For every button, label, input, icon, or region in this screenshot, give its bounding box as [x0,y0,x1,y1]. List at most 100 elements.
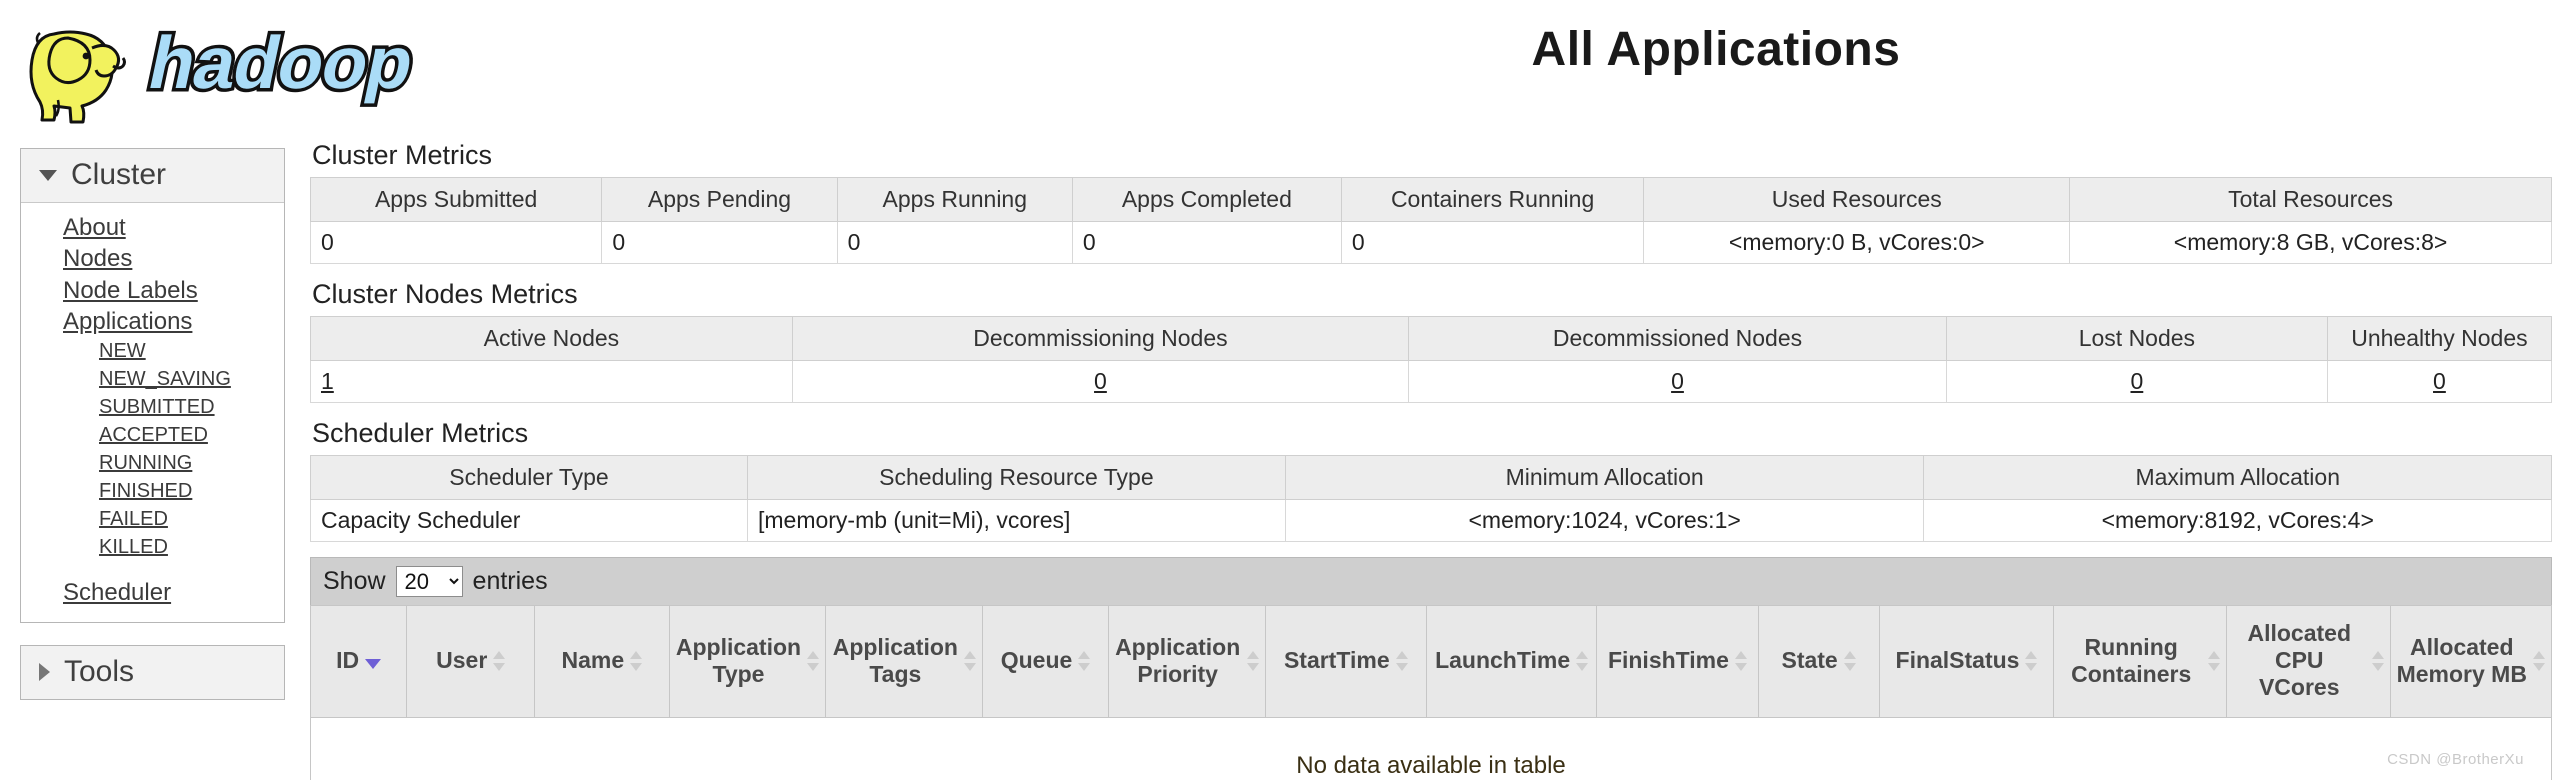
sidebar-tools-header[interactable]: Tools [21,646,284,700]
active-nodes-link[interactable]: 1 [321,368,334,394]
sidebar-tools-block: Tools [20,645,285,701]
th-lost-nodes: Lost Nodes [1945,316,2328,361]
th-label: FinishTime [1607,647,1729,674]
th-apps-running: Apps Running [836,177,1073,222]
page-header: hadoop All Applications [0,0,2552,135]
th-allocated-memory-mb[interactable]: Allocated Memory MB [2389,604,2552,719]
cluster-nodes-metrics-section: Cluster Nodes Metrics Active Nodes Decom… [310,279,2552,403]
show-label: Show [323,567,386,595]
th-label: User [436,647,488,674]
sidebar-item-state-submitted[interactable]: SUBMITTED [21,393,284,421]
sort-both-icon [2207,650,2220,672]
table-header-row: Apps Submitted Apps Pending Apps Running… [309,177,2552,222]
td-scheduler-type: Capacity Scheduler [310,499,748,542]
td-total-resources: <memory:8 GB, vCores:8> [2069,221,2552,264]
sort-both-icon [1395,650,1408,672]
th-label: Application Type [675,633,802,687]
th-label: Application Priority [1115,633,1241,687]
table-header-row: ID User Name Application Type Applicatio… [309,604,2552,719]
scheduler-metrics-section: Scheduler Metrics Scheduler Type Schedul… [310,418,2552,542]
th-running-containers[interactable]: Running Containers [2053,604,2227,719]
th-label: Running Containers [2071,633,2192,687]
sidebar-cluster-header[interactable]: Cluster [21,149,284,203]
chevron-down-icon [39,169,57,181]
th-launchtime[interactable]: LaunchTime [1425,604,1598,719]
th-allocated-cpu-vcores[interactable]: Allocated CPU VCores [2225,604,2391,719]
decommissioning-nodes-link[interactable]: 0 [1094,368,1107,394]
chevron-right-icon [39,663,50,682]
td-unhealthy-nodes: 0 [2326,360,2552,403]
scheduler-metrics-title: Scheduler Metrics [312,418,529,448]
decommissioned-nodes-link[interactable]: 0 [1671,368,1684,394]
table-empty-row: No data available in table [310,717,2552,780]
th-application-priority[interactable]: Application Priority [1107,604,1266,719]
td-minimum-allocation: <memory:1024, vCores:1> [1284,499,1925,542]
td-scheduling-resource-type: [memory-mb (unit=Mi), vcores] [746,499,1286,542]
sidebar-item-state-killed[interactable]: KILLED [21,533,284,561]
td-apps-completed: 0 [1071,221,1342,264]
sidebar-item-scheduler[interactable]: Scheduler [21,577,284,608]
sidebar-item-state-failed[interactable]: FAILED [21,505,284,533]
sort-both-icon [2025,650,2038,672]
sort-both-icon [1576,650,1589,672]
sidebar-item-applications[interactable]: Applications [21,306,284,337]
sort-desc-icon [365,658,382,669]
lost-nodes-link[interactable]: 0 [2130,368,2143,394]
sidebar-item-state-finished[interactable]: FINISHED [21,477,284,505]
cluster-metrics-table: Apps Submitted Apps Pending Apps Running… [309,177,2552,264]
th-finalstatus[interactable]: FinalStatus [1878,604,2055,719]
th-state[interactable]: State [1757,604,1880,719]
entries-label: entries [472,567,548,595]
empty-message: No data available in table [310,717,2552,780]
sort-both-icon [1843,650,1856,672]
table-row: 1 0 0 0 0 [310,360,2552,403]
th-containers-running: Containers Running [1340,177,1645,222]
td-decommissioned-nodes: 0 [1408,360,1947,403]
sidebar-tools-label: Tools [64,655,135,689]
main-content: Cluster Metrics Apps Submitted Apps Pend… [309,140,2552,780]
unhealthy-nodes-link[interactable]: 0 [2433,368,2446,394]
sidebar-item-state-new-saving[interactable]: NEW_SAVING [21,365,284,393]
th-application-type[interactable]: Application Type [668,604,827,719]
sidebar-item-state-running[interactable]: RUNNING [21,449,284,477]
sidebar-item-state-accepted[interactable]: ACCEPTED [21,421,284,449]
sidebar-item-state-new[interactable]: NEW [21,337,284,365]
sort-both-icon [630,650,643,672]
sidebar-item-about[interactable]: About [21,212,284,243]
td-active-nodes: 1 [310,360,793,403]
th-user[interactable]: User [406,604,536,719]
yarn-resourcemanager-page: hadoop All Applications Cluster About No… [0,0,2552,780]
th-label: Name [561,647,625,674]
th-label: ID [336,647,360,674]
sort-both-icon [493,650,506,672]
th-queue[interactable]: Queue [982,604,1109,719]
page-size-select[interactable]: 20 50 100 [395,566,463,597]
td-maximum-allocation: <memory:8192, vCores:4> [1923,499,2552,542]
sort-both-icon [1246,650,1259,672]
sort-both-icon [2533,650,2545,672]
sidebar-cluster-label: Cluster [71,158,167,191]
scheduler-metrics-table: Scheduler Type Scheduling Resource Type … [310,455,2552,542]
th-starttime[interactable]: StartTime [1264,604,1427,719]
th-name[interactable]: Name [534,604,670,719]
th-label: StartTime [1283,647,1390,674]
applications-table: ID User Name Application Type Applicatio… [309,604,2552,780]
th-label: Allocated Memory MB [2396,633,2527,687]
sidebar: Cluster About Nodes Node Labels Applicat… [20,148,285,701]
sidebar-item-node-labels[interactable]: Node Labels [21,275,284,306]
th-application-tags[interactable]: Application Tags [825,604,984,719]
th-apps-completed: Apps Completed [1071,177,1342,222]
th-decommissioned-nodes: Decommissioned Nodes [1408,316,1947,361]
th-id[interactable]: ID [309,604,408,719]
th-unhealthy-nodes: Unhealthy Nodes [2326,316,2552,361]
table-header-row: Scheduler Type Scheduling Resource Type … [310,455,2552,500]
th-finishtime[interactable]: FinishTime [1596,604,1759,719]
th-used-resources: Used Resources [1643,177,2071,222]
th-apps-submitted: Apps Submitted [309,177,603,222]
th-total-resources: Total Resources [2069,177,2552,222]
td-used-resources: <memory:0 B, vCores:0> [1643,221,2071,264]
sort-both-icon [964,650,977,672]
td-decommissioning-nodes: 0 [791,360,1410,403]
sidebar-item-nodes[interactable]: Nodes [21,243,284,274]
td-apps-submitted: 0 [309,221,603,264]
